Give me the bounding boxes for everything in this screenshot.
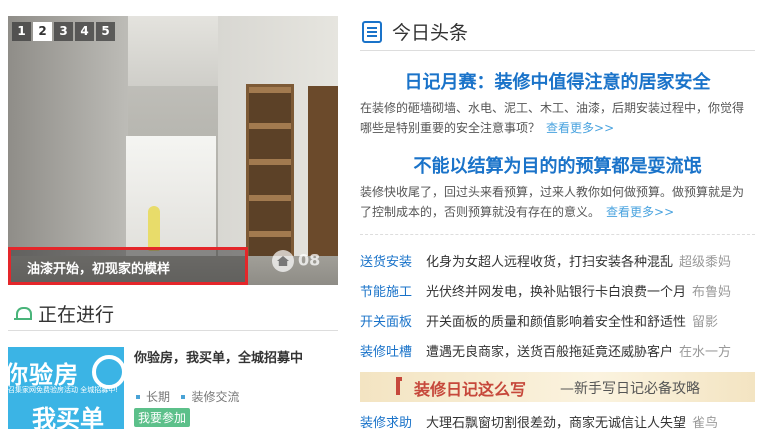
row-author[interactable]: 在水一方 [679,345,731,360]
slider-page-1[interactable]: 1 [12,22,31,41]
slider-page-2[interactable]: 2 [33,22,52,41]
promo-line2: 我买单 [32,405,104,429]
row-category-link[interactable]: 装修求助 [360,412,426,431]
row-author[interactable]: 超级黍妈 [679,255,731,270]
ongoing-divider [8,330,338,331]
ongoing-title: 正在进行 [38,304,115,326]
news-row: 节能施工 光伏终并网发电，换补贴银行卡白浪费一个月 布鲁妈 [360,281,755,305]
news-header: 今日头条 [362,18,468,45]
slider-caption-text: 油漆开始，初现家的模样 [27,262,171,277]
slider-page-3[interactable]: 3 [54,22,73,41]
promo-image[interactable]: 你验房 召集家网免费验房活动 全城招募中! 我买单 [8,347,124,429]
photo-slider[interactable] [8,16,338,285]
bullet-icon [136,394,140,399]
news-divider [360,50,755,51]
house-icon [272,250,294,272]
row-title-link[interactable]: 光伏终并网发电，换补贴银行卡白浪费一个月 [426,285,686,300]
news-title: 今日头条 [392,22,469,44]
slider-page-4[interactable]: 4 [75,22,94,41]
row-title-link[interactable]: 遭遇无良商家，送货百般拖延竟还威胁客户 [426,345,673,360]
promo-small-text: 召集家网免费验房活动 全城招募中! [8,386,119,394]
row-author[interactable]: 布鲁妈 [692,285,731,300]
watermark-text: 08 [298,250,321,270]
news-row: 开关面板 开关面板的质量和颜值影响着安全性和舒适性 留影 [360,311,755,335]
quote-mark-icon [396,377,402,395]
join-button[interactable]: 我要参加 [134,408,191,427]
photo-person [148,206,160,251]
ongoing-tags: 长期 装修交流 [136,388,239,405]
news-row: 装修求助 大理石飘窗切割很差劲，商家无诚信让人失望 雀鸟 [360,412,755,436]
slider-page-5[interactable]: 5 [96,22,115,41]
headline-1-summary: 在装修的砸墙砌墙、水电、泥工、木工、油漆，后期安装过程中，你觉得哪些是特别重要的… [360,98,755,138]
slider-pagination: 1 2 3 4 5 [12,22,115,41]
headline-2[interactable]: 不能以结算为目的的预算都是耍流氓 [360,152,755,178]
row-title-link[interactable]: 化身为女超人远程收货，打扫安装各种混乱 [426,255,673,270]
headline-2-summary-text: 装修快收尾了，回过头来看预算，过来人教你如何做预算。做预算就是为了控制成本的，否… [360,185,745,219]
newspaper-icon [362,20,382,43]
slider-caption[interactable]: 油漆开始，初现家的模样 [8,247,248,285]
banner-main-text: 装修日记这么写 [414,380,527,399]
ongoing-header: 正在进行 [14,300,114,327]
row-category-link[interactable]: 开关面板 [360,311,426,330]
news-row: 送货安装 化身为女超人远程收货，打扫安装各种混乱 超级黍妈 [360,251,755,275]
bell-icon [14,306,32,322]
diary-guide-banner[interactable]: 装修日记这么写 —新手写日记必备攻略 [360,372,755,402]
row-title-link[interactable]: 开关面板的质量和颜值影响着安全性和舒适性 [426,315,686,330]
slider-watermark: 08 [272,250,320,272]
headline-1[interactable]: 日记月赛：装修中值得注意的居家安全 [360,68,755,94]
bullet-icon [181,394,186,399]
row-author[interactable]: 雀鸟 [692,416,718,431]
headline-2-more-link[interactable]: 查看更多>> [606,205,674,219]
news-dashed-divider [360,234,755,235]
ongoing-item-title[interactable]: 你验房，我买单，全城招募中 [134,347,303,366]
row-category-link[interactable]: 节能施工 [360,281,426,300]
headline-1-more-link[interactable]: 查看更多>> [546,121,614,135]
row-category-link[interactable]: 送货安装 [360,251,426,270]
row-title-link[interactable]: 大理石飘窗切割很差劲，商家无诚信让人失望 [426,416,686,431]
banner-sub-text: —新手写日记必备攻略 [560,381,700,397]
tag-category: 装修交流 [191,390,240,404]
tag-duration: 长期 [146,390,171,404]
news-row: 装修吐槽 遭遇无良商家，送货百般拖延竟还威胁客户 在水一方 [360,341,755,365]
magnifier-icon [92,355,124,389]
headline-2-summary: 装修快收尾了，回过头来看预算，过来人教你如何做预算。做预算就是为了控制成本的，否… [360,182,755,222]
row-category-link[interactable]: 装修吐槽 [360,341,426,360]
row-author[interactable]: 留影 [692,315,718,330]
photo-wall-left [8,16,128,285]
